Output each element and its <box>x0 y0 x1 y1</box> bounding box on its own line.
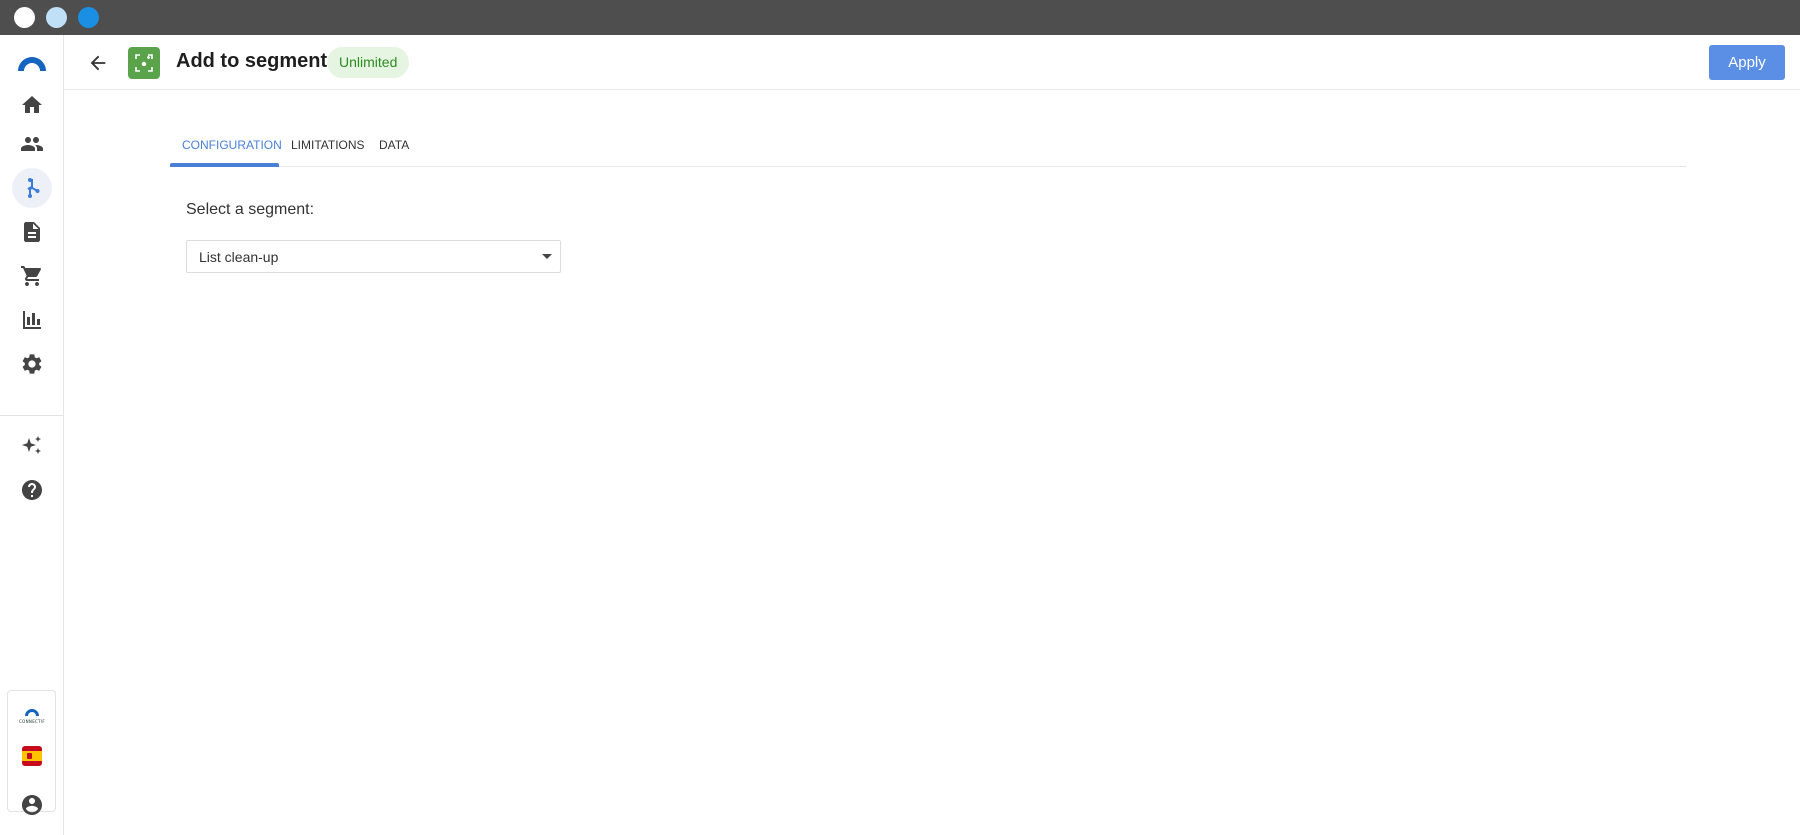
window-close-dot[interactable] <box>14 7 35 28</box>
window-minimize-dot[interactable] <box>46 7 67 28</box>
bar-chart-icon <box>23 311 41 329</box>
cart-icon <box>21 266 42 286</box>
account-brand-text: CONNECTIF <box>19 719 45 724</box>
sidebar-item-ecommerce[interactable] <box>12 256 52 296</box>
back-button[interactable] <box>84 49 112 77</box>
sidebar-item-ai[interactable] <box>12 426 52 466</box>
flow-branch-icon <box>27 178 40 198</box>
tab-bar: CONFIGURATION LIMITATIONS DATA <box>170 130 1686 167</box>
sparkles-icon <box>22 436 41 454</box>
account-brand: CONNECTIF <box>19 707 45 729</box>
page-title: Add to segment <box>176 50 328 72</box>
sidebar: CONNECTIF <box>0 35 64 835</box>
help-circle-icon <box>22 480 42 500</box>
status-badge: Unlimited <box>327 47 410 78</box>
sidebar-item-help[interactable] <box>12 470 52 510</box>
brand-mini-logo-icon <box>25 709 39 716</box>
account-circle-icon <box>22 795 42 815</box>
sidebar-item-reports[interactable] <box>12 300 52 340</box>
sidebar-item-contacts[interactable] <box>12 124 52 164</box>
segment-select-value: List clean-up <box>199 249 279 265</box>
add-to-segment-node-icon <box>128 47 160 79</box>
segment-add-icon <box>135 54 153 72</box>
sidebar-item-home[interactable] <box>12 85 52 125</box>
window-titlebar <box>0 0 1800 35</box>
gear-icon <box>22 354 42 374</box>
page-header: Add to segment Unlimited Apply <box>64 35 1800 90</box>
brand-logo-icon[interactable] <box>16 53 48 73</box>
active-tab-indicator <box>170 163 279 167</box>
segment-select-label: Select a segment: <box>186 201 315 218</box>
sidebar-item-settings[interactable] <box>12 344 52 384</box>
home-icon <box>22 96 42 113</box>
window-maximize-dot[interactable] <box>78 7 99 28</box>
sidebar-divider <box>0 415 64 416</box>
apply-button[interactable]: Apply <box>1709 45 1785 80</box>
people-icon <box>21 137 43 151</box>
tab-limitations[interactable]: LIMITATIONS <box>291 130 365 167</box>
caret-down-icon <box>542 254 552 259</box>
segment-select[interactable]: List clean-up <box>186 240 561 273</box>
sidebar-item-profile[interactable] <box>12 785 52 825</box>
sidebar-item-workflows[interactable] <box>12 168 52 208</box>
spain-flag-icon[interactable] <box>22 746 42 766</box>
arrow-left-icon <box>90 55 106 71</box>
sidebar-item-content[interactable] <box>12 212 52 252</box>
tab-configuration[interactable]: CONFIGURATION <box>182 130 282 167</box>
document-icon <box>24 222 40 242</box>
tab-data[interactable]: DATA <box>379 130 409 167</box>
